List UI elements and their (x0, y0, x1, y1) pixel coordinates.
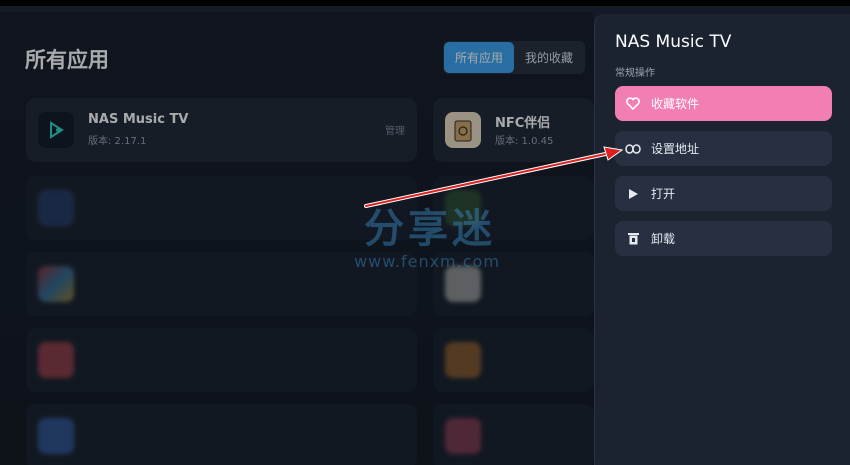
nas-music-icon (38, 112, 74, 148)
app-icon (38, 190, 74, 226)
set-address-button[interactable]: 设置地址 (615, 131, 832, 166)
set-address-label: 设置地址 (651, 142, 700, 156)
action-panel: NAS Music TV 常规操作 收藏软件 设置地址 打开 卸载 (594, 14, 850, 465)
uninstall-label: 卸载 (651, 232, 676, 246)
watermark-logo: 分享迷 (364, 206, 496, 252)
app-name: NFC伴侣 (495, 116, 551, 131)
app-name: NAS Music TV (88, 112, 189, 127)
open-button[interactable]: 打开 (615, 176, 832, 211)
favorite-label: 收藏软件 (651, 97, 700, 111)
app-icon (38, 266, 74, 302)
link-icon (625, 141, 641, 157)
nfc-companion-icon (445, 112, 481, 148)
app-version: 版本: 2.17.1 (88, 136, 147, 147)
play-icon (625, 186, 641, 202)
app-card-nfc[interactable]: NFC伴侣 版本: 1.0.45 (433, 98, 594, 162)
app-version: 版本: 1.0.45 (495, 136, 554, 147)
panel-subtitle: 常规操作 (615, 68, 655, 79)
favorite-button[interactable]: 收藏软件 (615, 86, 832, 121)
watermark-url: www.fenxm.com (354, 252, 500, 271)
app-screen: 所有应用 所有应用 我的收藏 NAS Music TV 版本: 2.17.1 管… (0, 0, 850, 465)
open-label: 打开 (651, 187, 676, 201)
app-icon (38, 418, 74, 454)
tab-all-apps[interactable]: 所有应用 (444, 42, 515, 73)
app-card-blurred[interactable] (433, 404, 594, 465)
app-card-blurred[interactable] (433, 328, 594, 392)
uninstall-button[interactable]: 卸载 (615, 221, 832, 256)
app-icon (445, 418, 481, 454)
tab-bar: 所有应用 我的收藏 (443, 41, 586, 74)
app-card-blurred[interactable] (26, 404, 417, 465)
page-title: 所有应用 (25, 48, 109, 72)
tab-favorites[interactable]: 我的收藏 (514, 42, 584, 73)
app-icon (445, 342, 481, 378)
app-icon (445, 266, 481, 302)
panel-title: NAS Music TV (615, 32, 732, 52)
manage-button[interactable]: 管理 (385, 122, 405, 137)
trash-icon (625, 231, 641, 247)
app-card-blurred[interactable] (26, 328, 417, 392)
heart-icon (625, 96, 641, 112)
app-card-nas-music[interactable]: NAS Music TV 版本: 2.17.1 管理 (26, 98, 417, 162)
app-icon (38, 342, 74, 378)
